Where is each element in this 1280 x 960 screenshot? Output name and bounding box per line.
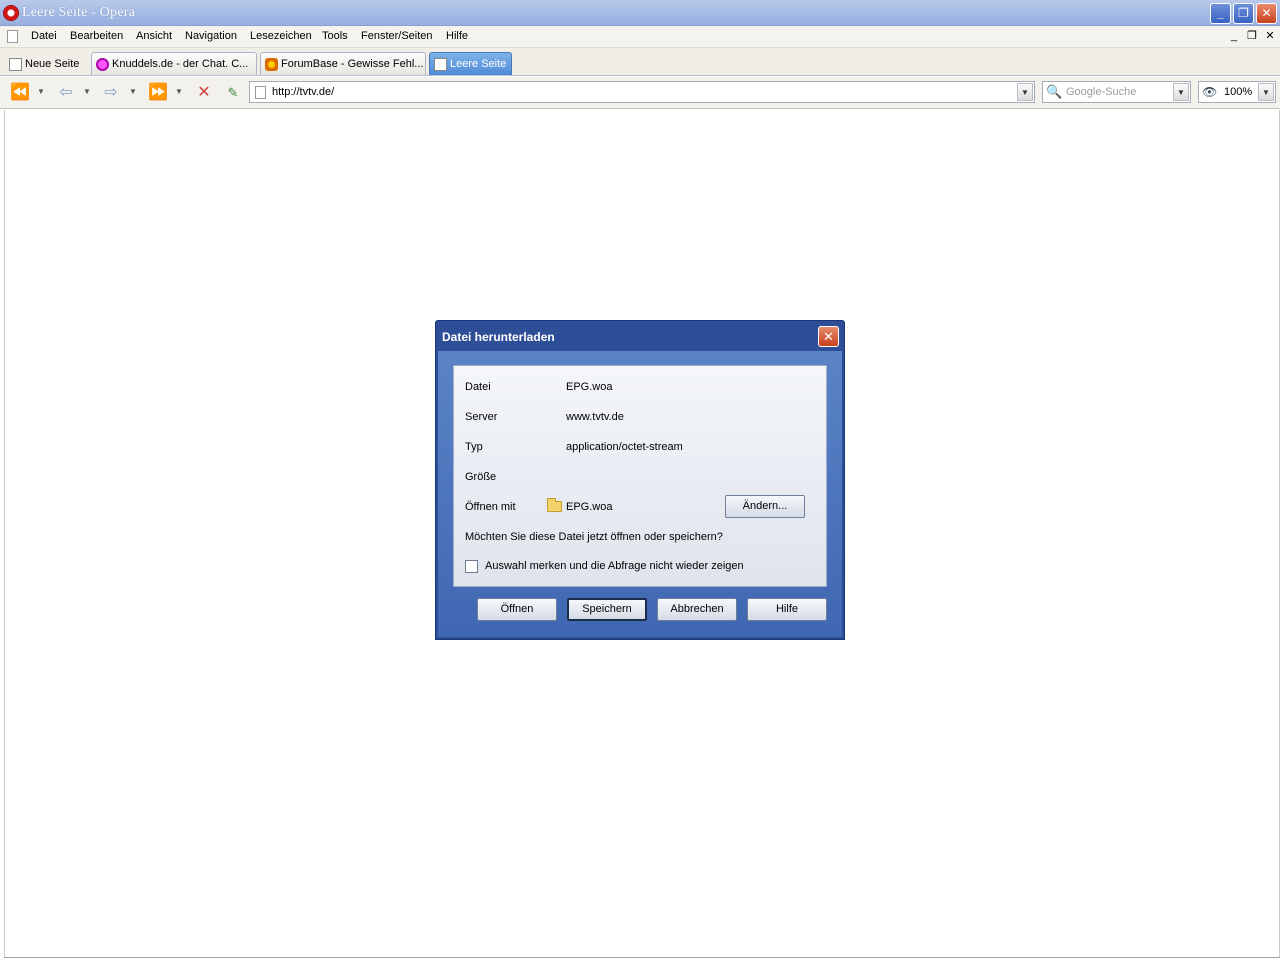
close-icon[interactable]: ✕ <box>1256 3 1277 24</box>
file-value: EPG.woa <box>566 381 613 393</box>
remember-choice-checkbox[interactable] <box>465 560 478 573</box>
search-placeholder[interactable]: Google-Suche <box>1066 86 1136 98</box>
menu-navigation[interactable]: Navigation <box>185 30 237 42</box>
save-button[interactable]: Speichern <box>567 598 647 621</box>
opera-logo-icon[interactable] <box>3 5 19 21</box>
back-arrow-icon[interactable]: ⇦ <box>56 84 76 102</box>
help-button[interactable]: Hilfe <box>747 598 827 621</box>
mdi-minimize-icon[interactable]: _ <box>1226 29 1242 45</box>
address-dropdown-icon[interactable]: ▼ <box>1017 83 1033 101</box>
menu-tools[interactable]: Tools <box>322 30 348 42</box>
mdi-close-icon[interactable]: ✕ <box>1262 29 1278 45</box>
zoom-control[interactable]: 👁 100% ▼ <box>1198 81 1276 103</box>
mdi-restore-icon[interactable]: ❐ <box>1244 29 1260 45</box>
fast-forward-dropdown-icon[interactable]: ▼ <box>175 87 183 96</box>
open-button[interactable]: Öffnen <box>477 598 557 621</box>
search-icon: 🔍 <box>1046 84 1063 99</box>
type-value: application/octet-stream <box>566 441 683 453</box>
tab-knuddels[interactable]: Knuddels.de - der Chat. C... <box>91 52 257 75</box>
change-button[interactable]: Ändern... <box>725 495 805 518</box>
back-dropdown-icon[interactable]: ▼ <box>83 87 91 96</box>
forward-dropdown-icon[interactable]: ▼ <box>129 87 137 96</box>
menu-bearbeiten[interactable]: Bearbeiten <box>70 30 123 42</box>
page-icon <box>434 58 447 71</box>
menu-bar: Datei Bearbeiten Ansicht Navigation Lese… <box>0 26 1280 48</box>
maximize-icon[interactable]: ❐ <box>1233 3 1254 24</box>
server-label: Server <box>465 411 498 423</box>
address-url[interactable]: http://tvtv.de/ <box>272 86 334 98</box>
window-titlebar: Leere Seite - Opera _ ❐ ✕ <box>0 0 1280 26</box>
open-with-value: EPG.woa <box>566 501 613 513</box>
tab-label: Neue Seite <box>25 58 80 70</box>
menu-lesezeichen[interactable]: Lesezeichen <box>250 30 312 42</box>
zoom-value: 100% <box>1224 86 1253 98</box>
address-bar[interactable]: http://tvtv.de/ ▼ <box>249 81 1035 103</box>
tab-bar: Neue Seite Knuddels.de - der Chat. C... … <box>0 48 1280 76</box>
dialog-close-icon[interactable]: ✕ <box>818 326 839 347</box>
navigation-toolbar: ⏪ ▼ ⇦ ▼ ⇨ ▼ ⏩ ▼ ✕ ✎ http://tvtv.de/ ▼ 🔍 … <box>0 77 1280 109</box>
menu-hilfe[interactable]: Hilfe <box>446 30 468 42</box>
folder-icon <box>547 498 562 512</box>
search-field[interactable]: 🔍 Google-Suche ▼ <box>1042 81 1191 103</box>
menu-ansicht[interactable]: Ansicht <box>136 30 172 42</box>
type-label: Typ <box>465 441 483 453</box>
eye-icon: 👁 <box>1202 85 1218 99</box>
tab-forumbase[interactable]: ForumBase - Gewisse Fehl... <box>260 52 426 75</box>
page-icon <box>255 86 266 99</box>
server-value: www.tvtv.de <box>566 411 624 423</box>
rewind-icon[interactable]: ⏪ <box>10 84 30 102</box>
tab-leere-seite[interactable]: Leere Seite <box>429 52 512 75</box>
tab-label: ForumBase - Gewisse Fehl... <box>281 58 424 70</box>
knuddels-favicon-icon <box>96 58 109 71</box>
fast-forward-icon[interactable]: ⏩ <box>148 84 168 102</box>
page-icon <box>9 58 22 71</box>
zoom-dropdown-icon[interactable]: ▼ <box>1258 83 1274 101</box>
forumbase-favicon-icon <box>265 58 278 71</box>
cancel-button[interactable]: Abbrechen <box>657 598 737 621</box>
size-label: Größe <box>465 471 497 483</box>
menu-fenster-seiten[interactable]: Fenster/Seiten <box>361 30 433 42</box>
window-title: Leere Seite - Opera <box>22 5 136 20</box>
stop-icon[interactable]: ✕ <box>194 84 214 102</box>
document-menu-icon[interactable] <box>7 30 18 43</box>
dialog-footer: Öffnen Speichern Abbrechen Hilfe <box>453 591 827 637</box>
remember-choice-label[interactable]: Auswahl merken und die Abfrage nicht wie… <box>485 560 744 572</box>
tab-label: Knuddels.de - der Chat. C... <box>112 58 249 70</box>
dialog-title: Datei herunterladen <box>442 330 555 344</box>
forward-arrow-icon[interactable]: ⇨ <box>101 84 121 102</box>
download-dialog: Datei herunterladen ✕ Datei EPG.woa Serv… <box>435 320 845 640</box>
minimize-icon[interactable]: _ <box>1210 3 1231 24</box>
edit-page-icon[interactable]: ✎ <box>223 84 243 102</box>
tab-label: Leere Seite <box>450 58 507 70</box>
menu-datei[interactable]: Datei <box>31 30 57 42</box>
tab-new-page[interactable]: Neue Seite <box>4 52 88 75</box>
file-info-panel: Datei EPG.woa Server www.tvtv.de Typ app… <box>453 365 827 587</box>
open-with-label: Öffnen mit <box>465 501 516 513</box>
open-or-save-question: Möchten Sie diese Datei jetzt öffnen ode… <box>465 531 723 543</box>
rewind-dropdown-icon[interactable]: ▼ <box>37 87 45 96</box>
file-label: Datei <box>465 381 491 393</box>
search-engine-dropdown-icon[interactable]: ▼ <box>1173 83 1189 101</box>
